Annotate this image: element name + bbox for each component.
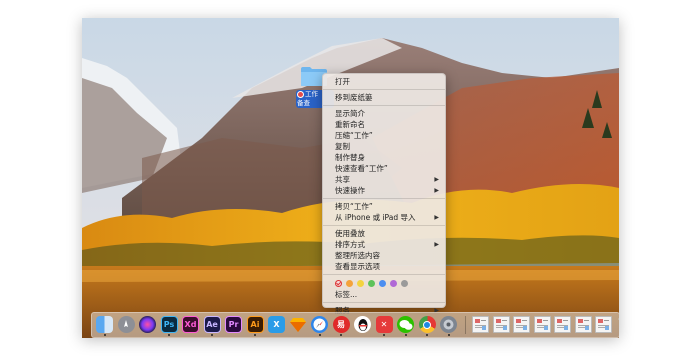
xd-icon[interactable]: Xd: [182, 316, 199, 333]
menu-item[interactable]: 显示简介: [323, 108, 445, 119]
desktop-screen: 工作 备查 打开移到废纸篓显示简介重新命名压缩“工作” 复制制作替身快速查看“工作…: [82, 18, 619, 338]
menu-item-label: 查看显示选项: [335, 262, 380, 271]
menu-item[interactable]: 使用叠放: [323, 228, 445, 239]
running-indicator: [340, 334, 342, 336]
tag-color-6[interactable]: [401, 279, 408, 287]
red-tag-dot: [297, 90, 304, 98]
menu-item-label: 制作替身: [335, 153, 365, 162]
menu-item-label: 共享: [335, 175, 350, 184]
menu-item[interactable]: 查看显示选项: [323, 261, 445, 272]
menu-item-label: 快速查看“工作”: [335, 164, 388, 173]
folder-name-line2: 备查: [297, 99, 310, 107]
menu-item-label: 标签...: [335, 290, 358, 299]
tag-color-2[interactable]: [357, 279, 364, 287]
menu-item[interactable]: 压缩“工作”: [323, 130, 445, 141]
chrome-center: [423, 320, 431, 329]
safari-icon[interactable]: [311, 316, 328, 333]
running-indicator: [426, 334, 428, 336]
dock-separator: [465, 316, 466, 334]
menu-item[interactable]: 从 iPhone 或 iPad 导入 ▶: [323, 212, 445, 223]
premiere-icon[interactable]: Pr: [225, 316, 242, 333]
menu-item[interactable]: 共享 ▶: [323, 174, 445, 185]
menu-separator: [323, 274, 445, 275]
context-menu: 打开 移到废纸篓 显示简介 重新命名 压缩“工作” 复制 制作替身 快速查看“工作” 共享 ▶ 快速…: [322, 73, 446, 315]
menu-item-label: 显示简介: [335, 109, 365, 118]
running-indicator: [168, 334, 170, 336]
document-thumb-6-icon[interactable]: [574, 316, 592, 333]
running-indicator: [383, 334, 385, 336]
menu-item-label: 使用叠放: [335, 229, 365, 238]
document-thumb-4-icon[interactable]: [533, 316, 551, 333]
illustrator-icon[interactable]: Ai: [246, 316, 264, 333]
after-effects-icon[interactable]: Ae: [203, 316, 221, 333]
menu-item[interactable]: 整理所选内容: [323, 250, 445, 261]
menu-item-label: 移到废纸篓: [335, 93, 373, 102]
menu-item-label: 打开: [335, 77, 350, 86]
dock: Ps Xd Ae Pr Ai X 易 ✕: [91, 312, 619, 338]
document-thumb-7-icon[interactable]: [595, 316, 612, 333]
menu-item-label: 重新命名: [335, 120, 365, 129]
sketch-icon[interactable]: [290, 316, 307, 333]
qq-icon[interactable]: [354, 316, 371, 333]
menu-item[interactable]: 标签...: [323, 289, 445, 300]
menu-item-label: 压缩“工作”: [335, 131, 373, 140]
document-thumb-5-icon[interactable]: [554, 316, 571, 333]
photoshop-icon[interactable]: Ps: [160, 316, 178, 333]
submenu-arrow-icon: ▶: [434, 214, 439, 221]
menu-item[interactable]: 排序方式 ▶: [323, 239, 445, 250]
running-indicator: [318, 334, 321, 336]
trash-icon[interactable]: [616, 316, 619, 333]
tag-color-3[interactable]: [368, 279, 375, 287]
running-indicator: [254, 334, 256, 336]
running-indicator: [447, 334, 450, 336]
folder-name: 工作: [305, 90, 318, 98]
menu-item-label: 排序方式: [335, 240, 365, 249]
menu-separator: [323, 302, 445, 303]
menu-separator: [323, 89, 445, 90]
menu-item[interactable]: 制作替身: [323, 152, 445, 163]
submenu-arrow-icon: ▶: [434, 176, 439, 183]
menu-item[interactable]: 复制: [323, 141, 445, 152]
menu-item-label: 整理所选内容: [335, 251, 380, 260]
menu-item[interactable]: 移到废纸篓: [323, 92, 445, 103]
document-thumb-2-icon[interactable]: [492, 316, 510, 333]
menu-item[interactable]: 重新命名: [323, 119, 445, 130]
menu-item[interactable]: 打开: [323, 76, 445, 87]
tag-color-row: [323, 277, 445, 289]
tag-color-4[interactable]: [379, 279, 386, 287]
menu-item-label: 从 iPhone 或 iPad 导入: [335, 213, 416, 222]
running-indicator: [103, 334, 106, 336]
system-preferences-icon[interactable]: [440, 316, 457, 333]
menu-item[interactable]: 快速查看“工作”: [323, 163, 445, 174]
menu-separator: [323, 198, 445, 199]
submenu-arrow-icon: ▶: [434, 241, 439, 248]
finder-icon[interactable]: [96, 316, 113, 333]
document-thumb-3-icon[interactable]: [513, 316, 530, 333]
xmind-icon[interactable]: X: [268, 316, 285, 333]
tag-color-1[interactable]: [346, 279, 353, 287]
xmind-red-icon[interactable]: ✕: [375, 316, 393, 333]
chrome-icon[interactable]: [418, 316, 436, 333]
launchpad-icon[interactable]: [117, 316, 135, 333]
menu-item[interactable]: 拷贝“工作”: [323, 201, 445, 212]
wechat-icon[interactable]: [397, 316, 414, 333]
submenu-arrow-icon: ▶: [434, 187, 439, 194]
netease-music-icon[interactable]: 易: [332, 316, 350, 333]
menu-item[interactable]: 快速操作 ▶: [323, 185, 445, 196]
menu-separator: [323, 105, 445, 106]
menu-separator: [323, 225, 445, 226]
menu-item-label: 复制: [335, 142, 350, 151]
document-thumb-1-icon[interactable]: [472, 316, 489, 333]
running-indicator: [211, 334, 213, 336]
menu-item-label: 拷贝“工作”: [335, 202, 373, 211]
siri-icon[interactable]: [139, 316, 156, 333]
tag-color-0[interactable]: [335, 279, 342, 287]
running-indicator: [404, 334, 407, 336]
tag-color-5[interactable]: [390, 279, 397, 287]
menu-item-label: 快速操作: [335, 186, 365, 195]
